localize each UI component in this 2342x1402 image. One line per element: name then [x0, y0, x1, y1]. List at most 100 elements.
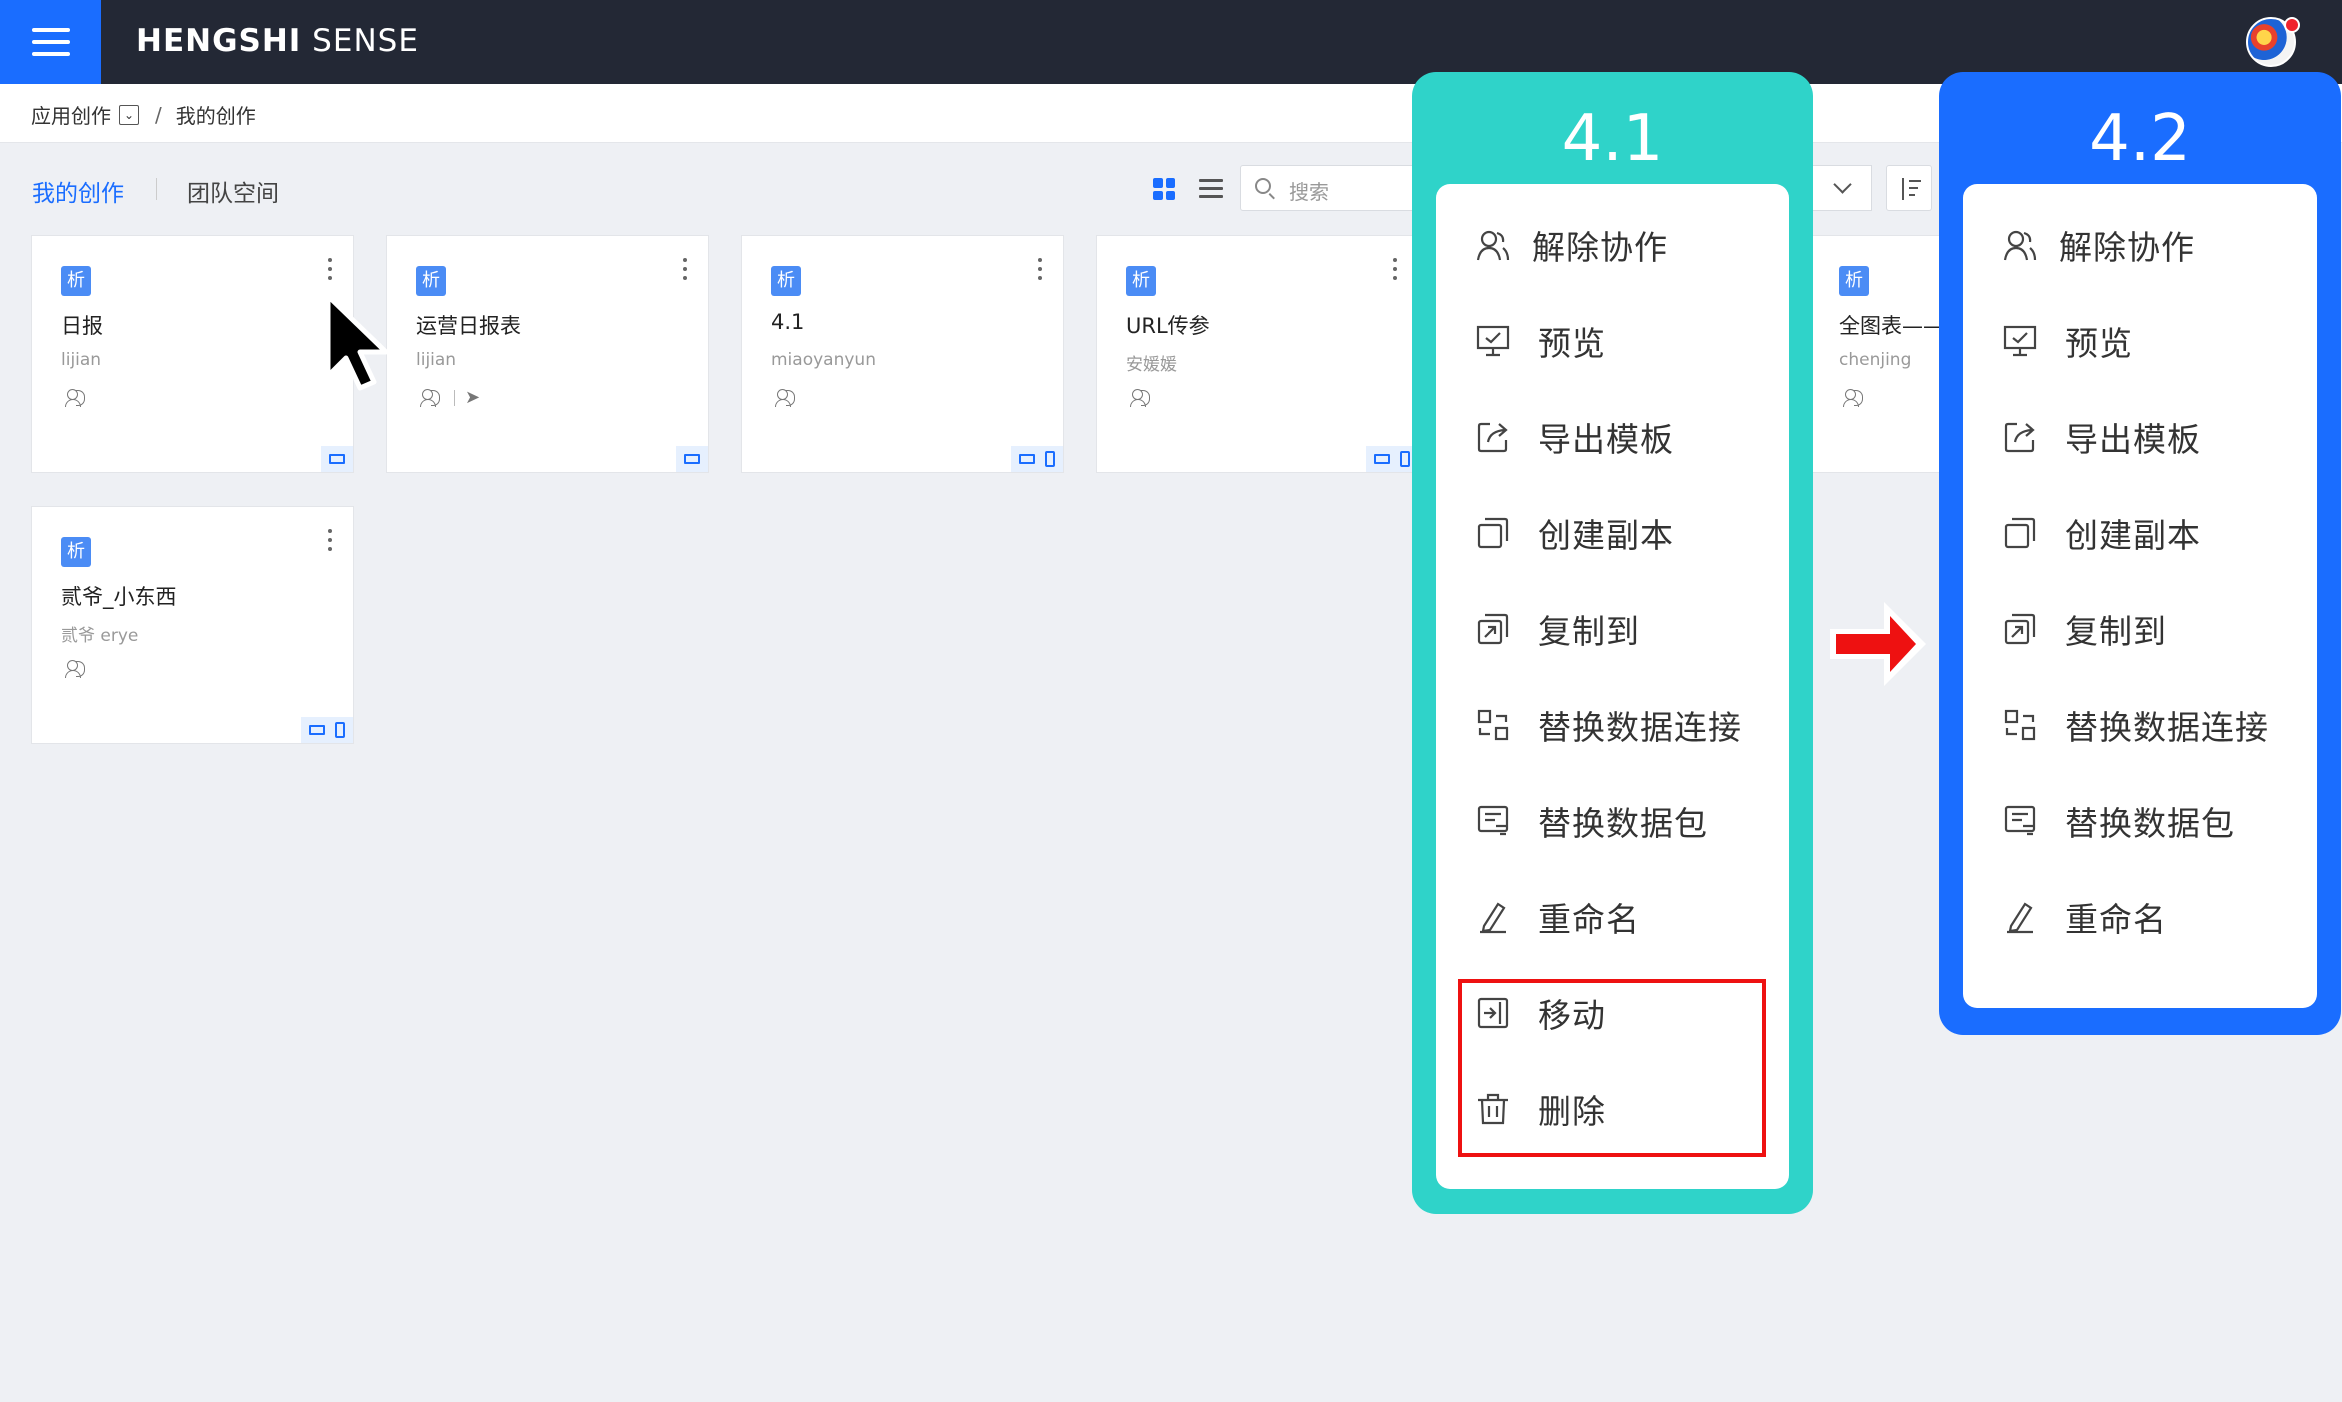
brand-bold: HENGSHI: [136, 23, 302, 59]
copy-to-icon: [2004, 613, 2036, 645]
card-title: 日报: [61, 314, 103, 338]
menu-item-uncollaborate[interactable]: 解除协作: [1963, 197, 2317, 293]
collaborators-icon: [775, 388, 799, 408]
mobile-icon: [1400, 451, 1410, 467]
app-card[interactable]: 析 URL传参 安媛媛: [1096, 235, 1419, 473]
icon-divider: [454, 390, 455, 406]
collaborators-icon: [65, 388, 89, 408]
sort-icon[interactable]: [1886, 165, 1932, 211]
app-card[interactable]: 析 贰爷_小东西 贰爷 erye: [31, 506, 354, 744]
context-menu: 解除协作 预览 导出模板 创建副本 复制到 替换数据连接 替换数据包 重命名: [1963, 184, 2317, 1008]
card-owner: lijian: [61, 350, 102, 370]
tab-team-space[interactable]: 团队空间: [187, 174, 279, 208]
brand-light: SENSE: [301, 23, 419, 59]
menu-item-preview[interactable]: 预览: [1436, 293, 1789, 389]
chevron-down-icon[interactable]: ⌄: [119, 104, 139, 125]
app-card[interactable]: 析 日报 lijian: [31, 235, 354, 473]
replace-connection-icon: [2004, 709, 2036, 741]
app-card[interactable]: 析 4.1 miaoyanyun: [741, 235, 1064, 473]
hamburger-icon[interactable]: [0, 0, 101, 84]
tab-divider: [156, 178, 157, 200]
menu-item-label: 预览: [1538, 324, 1606, 363]
panel-title: 4.1: [1561, 102, 1664, 176]
tab-my-creations[interactable]: 我的创作: [32, 174, 124, 208]
card-title: 贰爷_小东西: [61, 585, 177, 609]
menu-item-label: 解除协作: [2059, 228, 2195, 267]
app-card[interactable]: 析 全图表—— chenjing: [1806, 235, 1946, 473]
analysis-badge: 析: [416, 266, 446, 296]
menu-item-create-copy[interactable]: 创建副本: [1436, 485, 1789, 581]
list-view-icon[interactable]: [1199, 178, 1223, 200]
send-icon: ➤: [465, 387, 481, 408]
filter-select[interactable]: [1812, 165, 1872, 211]
collaborators-icon: [65, 659, 89, 679]
right-arrow-icon: [1830, 602, 1926, 686]
card-title: 4.1: [771, 310, 805, 334]
menu-item-rename[interactable]: 重命名: [1963, 869, 2317, 965]
menu-item-label: 替换数据包: [1538, 804, 1708, 843]
device-strip: [1011, 446, 1063, 472]
menu-item-label: 重命名: [1538, 900, 1640, 939]
analysis-badge: 析: [1126, 266, 1156, 296]
card-title: 全图表——: [1839, 314, 1944, 338]
menu-item-replace-connection[interactable]: 替换数据连接: [1963, 677, 2317, 773]
menu-item-replace-package[interactable]: 替换数据包: [1963, 773, 2317, 869]
menu-item-copy-to[interactable]: 复制到: [1436, 581, 1789, 677]
more-vertical-icon[interactable]: [1038, 258, 1044, 288]
search-icon: [1255, 178, 1271, 194]
menu-item-rename[interactable]: 重命名: [1436, 869, 1789, 965]
collaborators-icon: [420, 388, 444, 408]
replace-package-icon: [1477, 805, 1509, 836]
panel-title: 4.2: [2089, 102, 2191, 176]
device-strip: [301, 717, 353, 743]
menu-item-create-copy[interactable]: 创建副本: [1963, 485, 2317, 581]
collaborators-icon: [1476, 230, 1510, 261]
card-title: URL传参: [1126, 314, 1210, 338]
analysis-badge: 析: [61, 537, 91, 567]
card-owner: 贰爷 erye: [61, 626, 139, 646]
menu-item-replace-connection[interactable]: 替换数据连接: [1436, 677, 1789, 773]
grid-view-icon[interactable]: [1153, 178, 1175, 200]
export-icon: [2004, 422, 2035, 453]
menu-item-label: 导出模板: [2065, 420, 2201, 459]
menu-item-uncollaborate[interactable]: 解除协作: [1436, 197, 1789, 293]
search-placeholder: 搜索: [1289, 180, 1329, 204]
menu-item-export-template[interactable]: 导出模板: [1436, 389, 1789, 485]
menu-item-label: 替换数据连接: [1538, 708, 1742, 747]
app-card[interactable]: 析 运营日报表 lijian ➤: [386, 235, 709, 473]
breadcrumb-root[interactable]: 应用创作: [31, 100, 111, 129]
more-vertical-icon[interactable]: [328, 529, 334, 559]
analysis-badge: 析: [1839, 266, 1869, 296]
menu-item-export-template[interactable]: 导出模板: [1963, 389, 2317, 485]
device-strip: [676, 446, 708, 472]
preview-icon: [2003, 325, 2037, 357]
more-vertical-icon[interactable]: [1393, 258, 1399, 288]
card-title: 运营日报表: [416, 314, 521, 338]
copy-to-icon: [1477, 613, 1509, 645]
menu-item-replace-package[interactable]: 替换数据包: [1436, 773, 1789, 869]
preview-icon: [1476, 325, 1510, 357]
more-vertical-icon[interactable]: [328, 258, 334, 288]
menu-item-label: 解除协作: [1532, 228, 1668, 267]
mobile-icon: [1045, 451, 1055, 467]
search-input[interactable]: 搜索: [1240, 165, 1420, 211]
notification-dot: [2284, 17, 2300, 33]
menu-item-label: 替换数据包: [2065, 804, 2235, 843]
copy-icon: [1477, 517, 1509, 549]
desktop-icon: [309, 725, 325, 735]
replace-connection-icon: [1477, 709, 1509, 741]
menu-item-preview[interactable]: 预览: [1963, 293, 2317, 389]
menu-item-label: 重命名: [2065, 900, 2167, 939]
breadcrumb: 应用创作 ⌄ / 我的创作: [31, 100, 256, 129]
card-owner: miaoyanyun: [771, 350, 876, 370]
analysis-badge: 析: [771, 266, 801, 296]
menu-item-label: 创建副本: [2065, 516, 2201, 555]
desktop-icon: [1019, 454, 1035, 464]
menu-item-copy-to[interactable]: 复制到: [1963, 581, 2317, 677]
menu-panel-4-2: 4.2 解除协作 预览 导出模板 创建副本 复制到 替换数据连接 替换数据包 重…: [1939, 72, 2341, 1035]
menu-item-label: 复制到: [1538, 612, 1640, 651]
more-vertical-icon[interactable]: [683, 258, 689, 288]
menu-item-label: 导出模板: [1538, 420, 1674, 459]
menu-item-label: 创建副本: [1538, 516, 1674, 555]
card-owner: 安媛媛: [1126, 355, 1177, 375]
